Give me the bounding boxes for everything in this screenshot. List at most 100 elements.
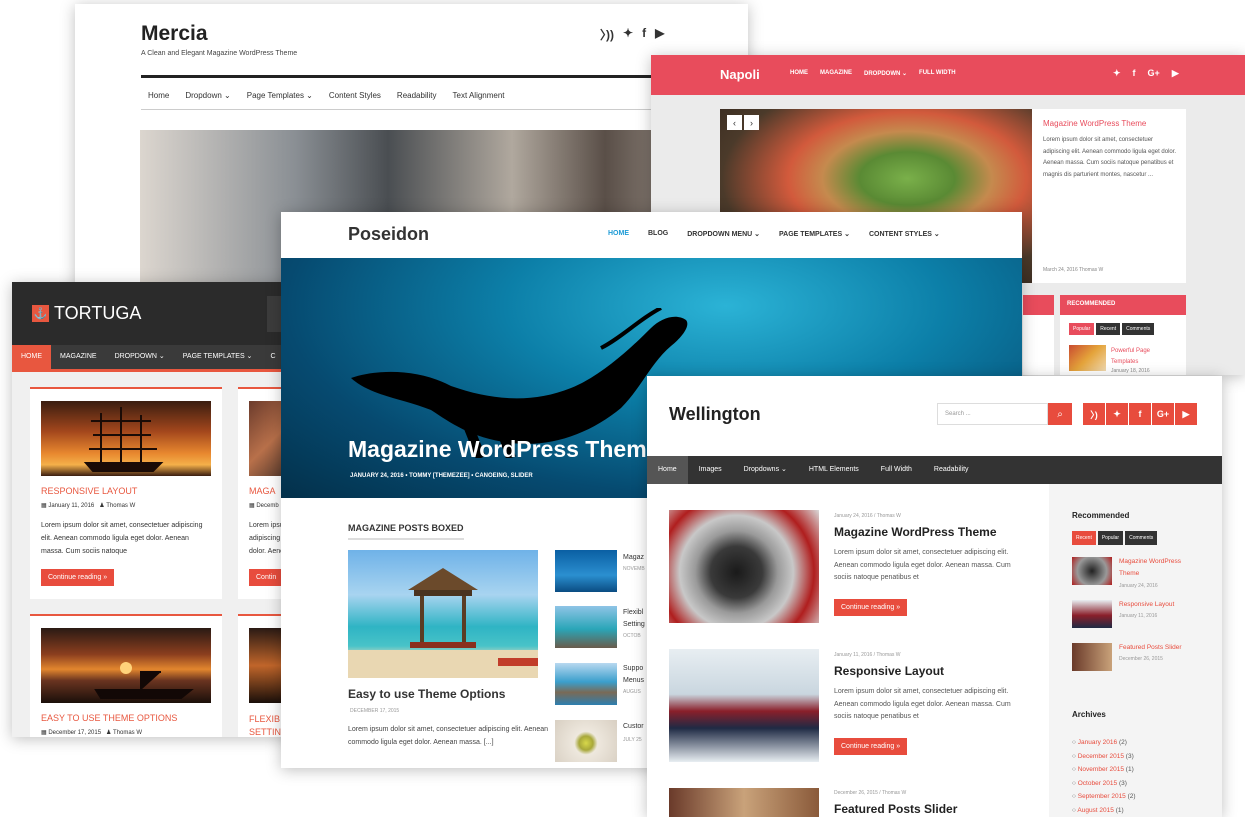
nav-magazine[interactable]: MAGAZINE bbox=[51, 345, 106, 369]
tab-popular[interactable]: Popular bbox=[1097, 531, 1124, 545]
nav-full-width[interactable]: Full Width bbox=[870, 456, 923, 484]
napoli-slide-title[interactable]: Magazine WordPress Theme bbox=[1043, 119, 1146, 128]
search-input[interactable]: Search ... bbox=[937, 403, 1048, 425]
archive-link[interactable]: January 2016 bbox=[1078, 739, 1117, 746]
nav-images[interactable]: Images bbox=[688, 456, 733, 484]
nav-home[interactable]: Home bbox=[148, 91, 169, 100]
tortuga-post-image[interactable] bbox=[41, 628, 211, 703]
continue-reading-button[interactable]: Continue reading » bbox=[41, 569, 115, 586]
napoli-recommended-thumb[interactable] bbox=[1069, 345, 1106, 371]
poseidon-site-title[interactable]: Poseidon bbox=[348, 224, 429, 245]
poseidon-side-thumb[interactable] bbox=[555, 663, 617, 705]
mercia-site-title[interactable]: Mercia bbox=[141, 22, 208, 46]
facebook-icon[interactable]: f bbox=[1129, 403, 1151, 425]
archive-item[interactable]: ○ October 2015 (3) bbox=[1072, 777, 1136, 791]
poseidon-side-thumb[interactable] bbox=[555, 550, 617, 592]
youtube-icon[interactable]: ▶ bbox=[1175, 403, 1197, 425]
archive-item[interactable]: ○ August 2015 (1) bbox=[1072, 804, 1136, 817]
napoli-recommended-title[interactable]: Powerful Page Templates bbox=[1111, 346, 1171, 368]
archive-item[interactable]: ○ January 2016 (2) bbox=[1072, 736, 1136, 750]
wellington-post-image[interactable] bbox=[669, 788, 819, 817]
wellington-post-title[interactable]: Featured Posts Slider bbox=[834, 802, 957, 816]
wellington-side-thumb[interactable] bbox=[1072, 557, 1112, 585]
poseidon-side-thumb[interactable] bbox=[555, 606, 617, 648]
twitter-icon[interactable]: ✦ bbox=[1106, 403, 1128, 425]
nav-text-alignment[interactable]: Text Alignment bbox=[453, 91, 505, 100]
nav-dropdown[interactable]: DROPDOWN ⌄ bbox=[106, 345, 174, 369]
wellington-archives-heading: Archives bbox=[1072, 710, 1106, 719]
continue-reading-button[interactable]: Continue reading » bbox=[834, 738, 908, 755]
archive-count: (1) bbox=[1115, 806, 1124, 814]
archive-link[interactable]: October 2015 bbox=[1078, 780, 1117, 787]
wellington-side-thumb[interactable] bbox=[1072, 643, 1112, 671]
wellington-side-title[interactable]: Responsive Layout bbox=[1119, 599, 1194, 611]
nav-blog[interactable]: BLOG bbox=[648, 230, 668, 238]
wellington-side-thumb[interactable] bbox=[1072, 600, 1112, 628]
nav-home[interactable]: Home bbox=[647, 456, 688, 484]
wellington-post-title[interactable]: Magazine WordPress Theme bbox=[834, 525, 997, 539]
tab-comments[interactable]: Comments bbox=[1122, 323, 1155, 335]
chevron-left-icon[interactable]: ‹ bbox=[727, 115, 742, 130]
archive-link[interactable]: September 2015 bbox=[1078, 793, 1126, 800]
nav-dropdown-menu[interactable]: DROPDOWN MENU ⌄ bbox=[687, 230, 760, 238]
wellington-side-title[interactable]: Magazine WordPress Theme bbox=[1119, 556, 1194, 580]
nav-html-elements[interactable]: HTML Elements bbox=[798, 456, 870, 484]
nav-home[interactable]: HOME bbox=[12, 345, 51, 369]
rss-icon[interactable]: 〉) bbox=[1083, 403, 1105, 425]
tortuga-post-title[interactable]: MAGA bbox=[249, 486, 276, 496]
archive-link[interactable]: November 2015 bbox=[1078, 766, 1124, 773]
wellington-post-image[interactable] bbox=[669, 510, 819, 623]
tab-recent[interactable]: Recent bbox=[1072, 531, 1096, 545]
wellington-side-title[interactable]: Featured Posts Slider bbox=[1119, 642, 1194, 654]
poseidon-side-thumb[interactable] bbox=[555, 720, 617, 762]
tab-recent[interactable]: Recent bbox=[1096, 323, 1121, 335]
tortuga-post-image[interactable] bbox=[41, 401, 211, 476]
archive-item[interactable]: ○ December 2015 (3) bbox=[1072, 750, 1136, 764]
facebook-icon[interactable]: f bbox=[642, 26, 646, 43]
nav-home[interactable]: HOME bbox=[790, 70, 808, 77]
continue-reading-button[interactable]: Contin bbox=[249, 569, 284, 586]
chevron-right-icon[interactable]: › bbox=[744, 115, 759, 130]
napoli-site-title[interactable]: Napoli bbox=[720, 67, 760, 82]
rss-icon[interactable]: 〉)) bbox=[600, 26, 614, 43]
nav-full-width[interactable]: FULL WIDTH bbox=[919, 70, 956, 77]
youtube-icon[interactable]: ▶ bbox=[655, 26, 664, 43]
nav-readability[interactable]: Readability bbox=[923, 456, 980, 484]
facebook-icon[interactable]: f bbox=[1133, 68, 1136, 79]
tab-popular[interactable]: Popular bbox=[1069, 323, 1095, 335]
wellington-site-title[interactable]: Wellington bbox=[669, 404, 761, 425]
poseidon-featured-date: DECEMBER 17, 2015 bbox=[350, 708, 400, 714]
poseidon-featured-title[interactable]: Easy to use Theme Options bbox=[348, 687, 505, 701]
wellington-post-image[interactable] bbox=[669, 649, 819, 762]
twitter-icon[interactable]: ✦ bbox=[1113, 68, 1121, 79]
nav-dropdowns[interactable]: Dropdowns ⌄ bbox=[733, 456, 798, 484]
twitter-icon[interactable]: ✦ bbox=[623, 26, 633, 43]
poseidon-slide-title[interactable]: Magazine WordPress Theme bbox=[348, 436, 659, 463]
nav-home[interactable]: HOME bbox=[608, 230, 629, 238]
youtube-icon[interactable]: ▶ bbox=[1172, 68, 1179, 79]
tortuga-post-title[interactable]: EASY TO USE THEME OPTIONS bbox=[41, 713, 177, 723]
archive-item[interactable]: ○ September 2015 (2) bbox=[1072, 790, 1136, 804]
continue-reading-button[interactable]: Continue reading » bbox=[834, 599, 908, 616]
nav-magazine[interactable]: MAGAZINE bbox=[820, 70, 852, 77]
googleplus-icon[interactable]: G+ bbox=[1152, 403, 1174, 425]
tortuga-post-title[interactable]: RESPONSIVE LAYOUT bbox=[41, 486, 137, 496]
nav-dropdown[interactable]: DROPDOWN ⌄ bbox=[864, 70, 907, 77]
archive-link[interactable]: December 2015 bbox=[1078, 753, 1124, 760]
nav-content-styles[interactable]: CONTENT STYLES ⌄ bbox=[869, 230, 940, 238]
nav-content-styles[interactable]: Content Styles bbox=[329, 91, 381, 100]
googleplus-icon[interactable]: G+ bbox=[1148, 68, 1160, 79]
nav-page-templates[interactable]: Page Templates ⌄ bbox=[247, 91, 313, 100]
nav-page-templates[interactable]: PAGE TEMPLATES ⌄ bbox=[779, 230, 850, 238]
napoli-slide-meta: March 24, 2016 Thomas W bbox=[1043, 267, 1104, 273]
archive-link[interactable]: August 2015 bbox=[1077, 807, 1114, 814]
poseidon-featured-image[interactable] bbox=[348, 550, 538, 678]
tortuga-logo[interactable]: ⚓ TORTUGA bbox=[32, 303, 141, 324]
nav-readability[interactable]: Readability bbox=[397, 91, 437, 100]
tab-comments[interactable]: Comments bbox=[1125, 531, 1158, 545]
wellington-post-title[interactable]: Responsive Layout bbox=[834, 664, 944, 678]
nav-page-templates[interactable]: PAGE TEMPLATES ⌄ bbox=[174, 345, 262, 369]
nav-dropdown[interactable]: Dropdown ⌄ bbox=[185, 91, 230, 100]
archive-item[interactable]: ○ November 2015 (1) bbox=[1072, 763, 1136, 777]
search-icon[interactable]: ⌕ bbox=[1048, 403, 1072, 425]
